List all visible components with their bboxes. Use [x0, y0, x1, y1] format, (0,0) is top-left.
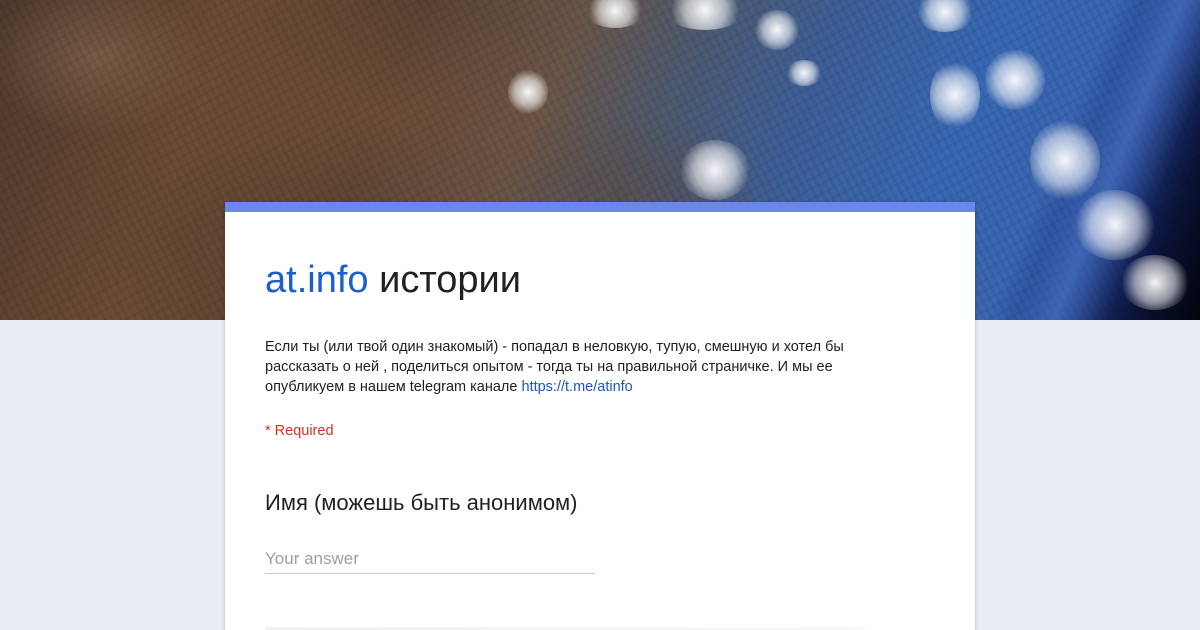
banner-cloud	[755, 10, 799, 50]
banner-cloud	[680, 140, 750, 200]
form-title-brand: at.info	[265, 259, 369, 301]
banner-cloud	[786, 60, 822, 86]
banner-cloud	[930, 60, 980, 130]
question-label-name: Имя (можешь быть анонимом)	[265, 490, 578, 515]
banner-cloud	[985, 50, 1045, 110]
form-card: at.info истории Если ты (или твой один з…	[225, 202, 975, 630]
banner-cloud	[1075, 190, 1155, 260]
form-title: at.info истории	[265, 258, 521, 304]
form-page: at.info истории Если ты (или твой один з…	[0, 0, 1200, 630]
banner-cloud	[508, 70, 548, 114]
required-note: * Required	[265, 423, 334, 439]
banner-cloud	[1030, 120, 1100, 200]
banner-cloud	[1120, 255, 1190, 310]
telegram-channel-link[interactable]: https://t.me/atinfo	[522, 379, 633, 395]
name-answer-input[interactable]	[265, 545, 595, 574]
form-description: Если ты (или твой один знакомый) - попад…	[265, 337, 915, 397]
form-title-rest: истории	[368, 259, 522, 301]
